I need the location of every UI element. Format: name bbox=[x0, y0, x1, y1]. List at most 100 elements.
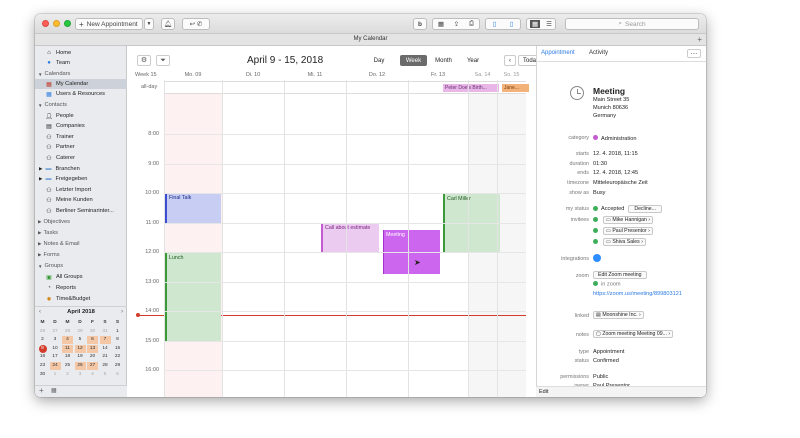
mini-day[interactable]: 7 bbox=[99, 336, 111, 345]
filter-button[interactable]: ⏷ bbox=[156, 55, 170, 66]
mini-day[interactable]: 2 bbox=[62, 371, 73, 379]
mini-day[interactable]: 18 bbox=[62, 353, 73, 361]
duration-value[interactable]: 01:30 bbox=[593, 161, 607, 167]
mini-day[interactable]: 24 bbox=[49, 362, 61, 370]
event-final-talk[interactable]: Final Talk bbox=[165, 193, 221, 223]
mini-day[interactable]: 30 bbox=[87, 328, 98, 336]
edit-zoom-button[interactable]: Edit Zoom meeting bbox=[593, 271, 647, 279]
mini-day[interactable]: 5 bbox=[75, 336, 86, 344]
sidebar-item-trainer[interactable]: ⚇ Trainer bbox=[35, 132, 127, 142]
mini-day[interactable]: 5 bbox=[100, 371, 111, 379]
new-appointment-button[interactable]: + New Appointment bbox=[75, 18, 143, 30]
sidebar-item-berliner[interactable]: ⚇ Berliner Seminarinter... bbox=[35, 206, 127, 216]
search-field[interactable]: ⌕ Search bbox=[565, 18, 699, 30]
sidebar-item-caterer[interactable]: ⚇ Caterer bbox=[35, 153, 127, 163]
mini-day[interactable]: 27 bbox=[50, 328, 61, 336]
day-header[interactable]: Mi. 11 bbox=[284, 72, 346, 78]
mini-day[interactable]: 2 bbox=[37, 336, 48, 344]
day-header[interactable]: Fr. 13 bbox=[408, 72, 468, 78]
bold-toggle-button[interactable]: b bbox=[413, 18, 427, 30]
settings-button[interactable]: ⚙ bbox=[137, 55, 151, 66]
mini-day[interactable]: 27 bbox=[87, 362, 98, 370]
linked-chip[interactable]: ▤ Moonshine Inc. › bbox=[593, 311, 644, 319]
mini-day[interactable]: 23 bbox=[37, 362, 48, 370]
mini-day[interactable]: 22 bbox=[112, 353, 123, 361]
day-header[interactable]: Do. 12 bbox=[346, 72, 408, 78]
sidebar-item-team[interactable]: ● Team bbox=[35, 58, 127, 68]
mini-day[interactable]: 17 bbox=[50, 353, 61, 361]
invitee-chip[interactable]: ▭ Mike Hannigan › bbox=[603, 216, 654, 224]
mini-day[interactable]: 31 bbox=[100, 328, 111, 336]
day-header[interactable]: So. 15 bbox=[497, 72, 526, 78]
sidebar-section-tasks[interactable]: ▶ Tasks bbox=[35, 228, 127, 238]
invitee-chip[interactable]: ▭ Paul Presentor › bbox=[603, 227, 653, 235]
sidebar-item-all-groups[interactable]: ▣ All Groups bbox=[35, 272, 127, 282]
mini-day[interactable]: 29 bbox=[112, 362, 123, 370]
prev-week-button[interactable]: ‹ bbox=[504, 55, 516, 66]
type-value[interactable]: Appointment bbox=[593, 349, 624, 355]
sidebar-item-meine-kunden[interactable]: ⚇ Meine Kunden bbox=[35, 195, 127, 205]
notes-chip[interactable]: ▢ Zoom meeting Meeting 09... › bbox=[593, 330, 674, 338]
mini-day[interactable]: 14 bbox=[100, 345, 111, 353]
ends-value[interactable]: 12. 4. 2018, 12:45 bbox=[593, 170, 638, 176]
decline-button[interactable]: Decline... bbox=[628, 205, 662, 213]
calendar-small-icon[interactable]: ▦ bbox=[51, 387, 57, 394]
zoom-window-button[interactable] bbox=[64, 20, 71, 27]
mini-day[interactable]: 28 bbox=[62, 328, 73, 336]
tab-appointment[interactable]: Appointment bbox=[541, 50, 575, 56]
sidebar-section-objectives[interactable]: ▶ Objectives bbox=[35, 217, 127, 227]
category-value[interactable]: Administration bbox=[593, 135, 636, 142]
invitee-row[interactable]: ▭ Paul Presentor › bbox=[593, 227, 653, 235]
all-day-event-jane[interactable]: Jane... bbox=[502, 84, 529, 92]
mini-day[interactable]: 13 bbox=[87, 344, 98, 353]
day-header[interactable]: Sa. 14 bbox=[468, 72, 497, 78]
edit-button[interactable]: Edit bbox=[539, 389, 548, 395]
mini-day[interactable]: 21 bbox=[100, 353, 111, 361]
mini-day[interactable]: 4 bbox=[62, 336, 73, 345]
sidebar-item-people[interactable]: 👤︎ People bbox=[35, 111, 127, 121]
sidebar-item-users-resources[interactable]: ▦ Users & Resources bbox=[35, 89, 127, 99]
show-as-value[interactable]: Busy bbox=[593, 190, 605, 196]
mini-day[interactable]: 12 bbox=[74, 344, 86, 353]
mini-day[interactable]: 15 bbox=[112, 345, 123, 353]
mini-day[interactable]: 29 bbox=[75, 328, 86, 336]
mini-day[interactable]: 25 bbox=[62, 362, 73, 370]
mini-day[interactable]: 9 bbox=[38, 344, 47, 353]
new-appointment-menu-button[interactable]: ▼ bbox=[144, 18, 154, 30]
sidebar-item-freigegeben[interactable]: ▶ ▬ Freigegeben bbox=[35, 174, 127, 184]
mini-day[interactable]: 6 bbox=[87, 336, 98, 345]
sidebar-item-companies[interactable]: ▤ Companies bbox=[35, 121, 127, 131]
mini-day[interactable]: 10 bbox=[50, 345, 61, 353]
minimize-window-button[interactable] bbox=[53, 20, 60, 27]
timezone-value[interactable]: Mitteleuropäische Zeit bbox=[593, 180, 648, 186]
tab-activity[interactable]: Activity bbox=[589, 50, 608, 56]
mini-day[interactable]: 6 bbox=[112, 371, 123, 379]
mini-day[interactable]: 3 bbox=[75, 371, 86, 379]
invitee-row[interactable]: ▭ Shiva Sales › bbox=[593, 238, 646, 246]
invitee-row[interactable]: ▭ Mike Hannigan › bbox=[593, 216, 654, 224]
zoom-link[interactable]: https://zoom.us/meeting/899803121 bbox=[593, 290, 683, 298]
starts-value[interactable]: 12. 4. 2018, 11:15 bbox=[593, 151, 638, 157]
mini-day[interactable]: 3 bbox=[50, 336, 61, 344]
status-value[interactable]: Confirmed bbox=[593, 358, 619, 364]
next-month-icon[interactable]: › bbox=[121, 309, 123, 315]
event-call-about-estimate[interactable]: Call about estimate bbox=[321, 223, 379, 253]
call-button[interactable]: ↩ ✆ bbox=[182, 18, 210, 30]
mini-day[interactable]: 19 bbox=[75, 353, 86, 361]
more-options-button[interactable]: … bbox=[687, 49, 701, 58]
sidebar-section-contacts[interactable]: ▼ Contacts bbox=[35, 100, 127, 110]
sidebar-item-time-budget[interactable]: ✹ Time&Budget bbox=[35, 294, 127, 304]
mini-day[interactable]: 4 bbox=[87, 371, 98, 379]
reminder-button[interactable]: 🔔︎ bbox=[161, 18, 175, 30]
mini-day[interactable]: 8 bbox=[112, 336, 123, 344]
mini-day[interactable]: 1 bbox=[50, 371, 61, 379]
day-header[interactable]: Di. 10 bbox=[222, 72, 284, 78]
sidebar-section-forms[interactable]: ▶ Forms bbox=[35, 250, 127, 260]
close-window-button[interactable] bbox=[42, 20, 49, 27]
permissions-value[interactable]: Public bbox=[593, 374, 608, 380]
day-header[interactable]: Mo. 09 bbox=[164, 72, 222, 78]
zoom-logo-icon[interactable] bbox=[593, 254, 601, 262]
view-day-button[interactable]: Day bbox=[368, 55, 390, 66]
sidebar-item-my-calendar[interactable]: ▦ My Calendar bbox=[35, 79, 127, 89]
mini-day[interactable]: 28 bbox=[100, 362, 111, 370]
